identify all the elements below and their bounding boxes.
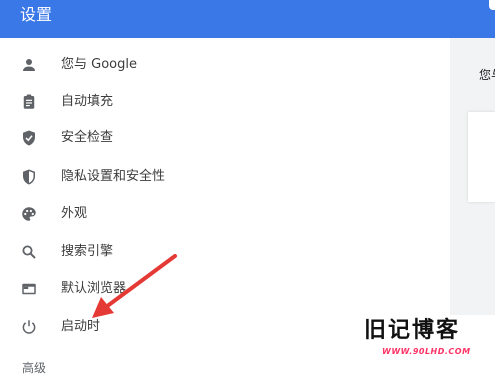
sidebar-item-label: 自动填充 <box>61 94 114 109</box>
watermark-url: WWW.90LHD.COM <box>382 347 471 356</box>
settings-card <box>468 112 495 202</box>
sidebar-item-advanced[interactable]: 高级 <box>22 360 46 376</box>
palette-icon <box>20 205 38 223</box>
sidebar-item-label: 隐私设置和安全性 <box>61 169 166 184</box>
sidebar-item-search-engine[interactable]: 搜索引擎 <box>0 234 300 270</box>
sidebar-item-appearance[interactable]: 外观 <box>0 196 300 232</box>
sidebar-item-privacy-security[interactable]: 隐私设置和安全性 <box>0 159 300 195</box>
sidebar-item-label: 启动时 <box>61 319 101 334</box>
shield-half-icon <box>20 168 38 186</box>
sidebar-item-on-startup[interactable]: 启动时 <box>0 309 300 345</box>
sidebar-item-label: 安全检查 <box>61 130 114 145</box>
section-heading-partial: 您与 <box>479 68 495 82</box>
page-title: 设置 <box>20 5 53 24</box>
sidebar-item-label: 外观 <box>61 206 88 221</box>
power-icon <box>20 318 38 336</box>
search-icon <box>20 243 38 261</box>
sidebar-item-autofill[interactable]: 自动填充 <box>0 84 300 120</box>
browser-window-icon <box>20 280 38 298</box>
sidebar-item-default-browser[interactable]: 默认浏览器 <box>0 271 300 307</box>
shield-check-icon <box>20 129 38 147</box>
sidebar-item-label: 搜索引擎 <box>61 244 114 259</box>
header-menu-edge[interactable] <box>489 0 495 10</box>
sidebar-item-safety-check[interactable]: 安全检查 <box>0 120 300 156</box>
sidebar-item-label: 默认浏览器 <box>61 281 127 296</box>
app-header: 设置 <box>0 0 495 38</box>
watermark-title: 旧记博客 <box>364 318 461 343</box>
sidebar-item-you-and-google[interactable]: 您与 Google <box>0 47 300 83</box>
person-icon <box>20 56 38 74</box>
watermark-logo: 旧记博客 WWW.90LHD.COM <box>352 315 495 376</box>
sidebar-item-label: 您与 Google <box>61 57 137 72</box>
clipboard-icon <box>20 93 38 111</box>
